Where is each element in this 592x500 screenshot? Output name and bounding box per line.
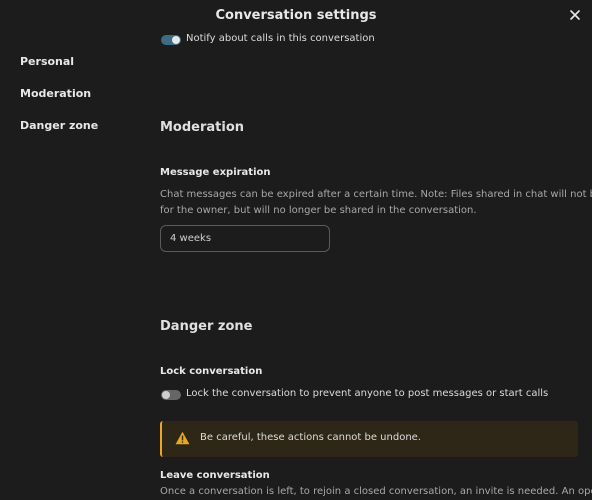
close-icon	[570, 10, 580, 20]
description-line: for the owner, but will no longer be sha…	[160, 205, 477, 216]
danger-zone-heading: Danger zone	[160, 319, 253, 334]
description-line: Chat messages can be expired after a cer…	[160, 189, 592, 200]
leave-conversation-description: Once a conversation is left, to rejoin a…	[160, 484, 592, 500]
nav-item-personal[interactable]: Personal	[20, 55, 74, 68]
close-button[interactable]	[566, 6, 584, 24]
message-expiration-title: Message expiration	[160, 167, 271, 178]
notify-calls-toggle[interactable]	[161, 35, 181, 45]
message-expiration-select[interactable]: 4 weeks	[160, 225, 330, 252]
nav-item-danger-zone[interactable]: Danger zone	[20, 119, 98, 132]
message-expiration-description: Chat messages can be expired after a cer…	[160, 187, 592, 219]
moderation-heading: Moderation	[160, 120, 245, 135]
leave-conversation-title: Leave conversation	[160, 470, 270, 481]
lock-conversation-toggle[interactable]	[161, 390, 181, 400]
warning-notice: Be careful, these actions cannot be undo…	[160, 421, 578, 457]
warning-icon	[175, 431, 190, 445]
nav-item-moderation[interactable]: Moderation	[20, 87, 91, 100]
notify-calls-label: Notify about calls in this conversation	[186, 33, 375, 44]
toggle-knob	[172, 36, 180, 44]
conversation-settings-dialog: Conversation settings Personal Moderatio…	[0, 0, 592, 500]
toggle-knob	[162, 391, 170, 399]
dialog-title: Conversation settings	[215, 8, 377, 23]
description-line: Once a conversation is left, to rejoin a…	[160, 486, 592, 497]
warning-text: Be careful, these actions cannot be undo…	[200, 432, 421, 443]
lock-conversation-label: Lock the conversation to prevent anyone …	[186, 388, 549, 399]
lock-conversation-title: Lock conversation	[160, 366, 263, 377]
